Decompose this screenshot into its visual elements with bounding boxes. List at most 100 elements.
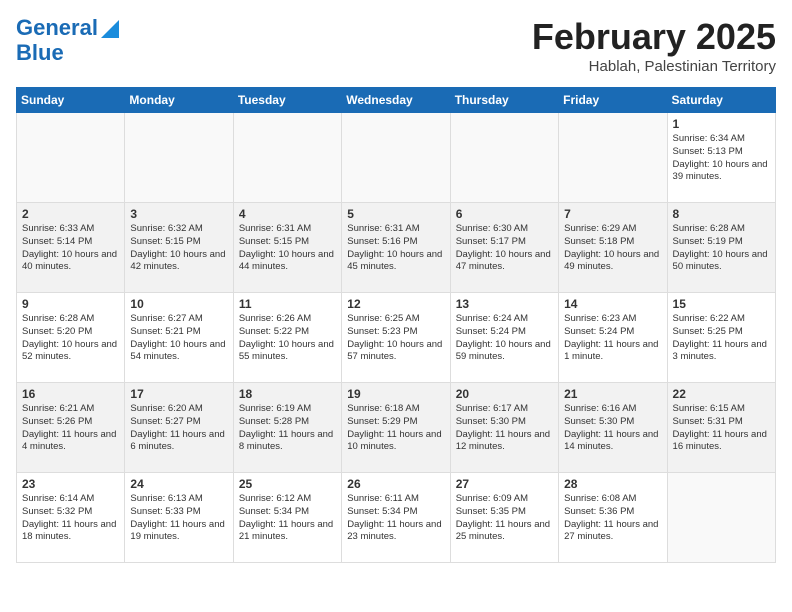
day-number: 18 (239, 387, 336, 401)
calendar-week-row: 2 Sunrise: 6:33 AM Sunset: 5:14 PM Daylig… (17, 203, 776, 293)
day-number: 9 (22, 297, 119, 311)
day-info: Sunrise: 6:32 AM Sunset: 5:15 PM Dayligh… (130, 223, 227, 274)
calendar-day-cell: 2 Sunrise: 6:33 AM Sunset: 5:14 PM Daylig… (17, 203, 125, 293)
weekday-header-wednesday: Wednesday (342, 88, 450, 113)
logo-bird-icon (101, 20, 119, 38)
day-number: 23 (22, 477, 119, 491)
day-number: 21 (564, 387, 661, 401)
weekday-header-thursday: Thursday (450, 88, 558, 113)
day-number: 26 (347, 477, 444, 491)
day-number: 24 (130, 477, 227, 491)
day-info: Sunrise: 6:31 AM Sunset: 5:16 PM Dayligh… (347, 223, 444, 274)
day-info: Sunrise: 6:19 AM Sunset: 5:28 PM Dayligh… (239, 403, 336, 454)
day-number: 14 (564, 297, 661, 311)
calendar-day-cell: 26 Sunrise: 6:11 AM Sunset: 5:34 PM Dayli… (342, 473, 450, 563)
calendar-day-cell (342, 113, 450, 203)
day-number: 11 (239, 297, 336, 311)
calendar-day-cell: 27 Sunrise: 6:09 AM Sunset: 5:35 PM Dayli… (450, 473, 558, 563)
calendar-day-cell (17, 113, 125, 203)
day-number: 2 (22, 207, 119, 221)
day-info: Sunrise: 6:25 AM Sunset: 5:23 PM Dayligh… (347, 313, 444, 364)
calendar-day-cell (667, 473, 775, 563)
day-info: Sunrise: 6:31 AM Sunset: 5:15 PM Dayligh… (239, 223, 336, 274)
title-block: February 2025 Hablah, Palestinian Territ… (532, 16, 776, 75)
day-info: Sunrise: 6:14 AM Sunset: 5:32 PM Dayligh… (22, 493, 119, 544)
calendar-day-cell: 21 Sunrise: 6:16 AM Sunset: 5:30 PM Dayli… (559, 383, 667, 473)
day-number: 8 (673, 207, 770, 221)
day-info: Sunrise: 6:34 AM Sunset: 5:13 PM Dayligh… (673, 133, 770, 184)
logo-text: General (16, 16, 98, 40)
calendar-day-cell: 16Sunrise: 6:21 AM Sunset: 5:26 PM Dayli… (17, 383, 125, 473)
day-info: Sunrise: 6:09 AM Sunset: 5:35 PM Dayligh… (456, 493, 553, 544)
weekday-header-tuesday: Tuesday (233, 88, 341, 113)
calendar-day-cell: 19 Sunrise: 6:18 AM Sunset: 5:29 PM Dayli… (342, 383, 450, 473)
calendar-table: SundayMondayTuesdayWednesdayThursdayFrid… (16, 87, 776, 563)
day-number: 5 (347, 207, 444, 221)
calendar-day-cell: 7 Sunrise: 6:29 AM Sunset: 5:18 PM Daylig… (559, 203, 667, 293)
day-number: 12 (347, 297, 444, 311)
location: Hablah, Palestinian Territory (532, 58, 776, 75)
day-number: 4 (239, 207, 336, 221)
day-number: 20 (456, 387, 553, 401)
calendar-day-cell: 22 Sunrise: 6:15 AM Sunset: 5:31 PM Dayli… (667, 383, 775, 473)
weekday-header-saturday: Saturday (667, 88, 775, 113)
calendar-day-cell (559, 113, 667, 203)
day-info: Sunrise: 6:11 AM Sunset: 5:34 PM Dayligh… (347, 493, 444, 544)
day-number: 22 (673, 387, 770, 401)
calendar-day-cell: 24 Sunrise: 6:13 AM Sunset: 5:33 PM Dayli… (125, 473, 233, 563)
calendar-day-cell: 28 Sunrise: 6:08 AM Sunset: 5:36 PM Dayli… (559, 473, 667, 563)
day-info: Sunrise: 6:30 AM Sunset: 5:17 PM Dayligh… (456, 223, 553, 274)
day-info: Sunrise: 6:27 AM Sunset: 5:21 PM Dayligh… (130, 313, 227, 364)
day-info: Sunrise: 6:12 AM Sunset: 5:34 PM Dayligh… (239, 493, 336, 544)
day-number: 6 (456, 207, 553, 221)
day-info: Sunrise: 6:16 AM Sunset: 5:30 PM Dayligh… (564, 403, 661, 454)
day-number: 13 (456, 297, 553, 311)
weekday-header-row: SundayMondayTuesdayWednesdayThursdayFrid… (17, 88, 776, 113)
page-header: General Blue February 2025 Hablah, Pales… (16, 16, 776, 75)
day-info: Sunrise: 6:28 AM Sunset: 5:19 PM Dayligh… (673, 223, 770, 274)
calendar-week-row: 9 Sunrise: 6:28 AM Sunset: 5:20 PM Daylig… (17, 293, 776, 383)
calendar-day-cell: 13 Sunrise: 6:24 AM Sunset: 5:24 PM Dayli… (450, 293, 558, 383)
calendar-day-cell: 18 Sunrise: 6:19 AM Sunset: 5:28 PM Dayli… (233, 383, 341, 473)
day-info: Sunrise: 6:23 AM Sunset: 5:24 PM Dayligh… (564, 313, 661, 364)
calendar-day-cell: 15Sunrise: 6:22 AM Sunset: 5:25 PM Dayli… (667, 293, 775, 383)
day-info: Sunrise: 6:15 AM Sunset: 5:31 PM Dayligh… (673, 403, 770, 454)
calendar-day-cell: 12 Sunrise: 6:25 AM Sunset: 5:23 PM Dayli… (342, 293, 450, 383)
day-number: 27 (456, 477, 553, 491)
day-number: 16 (22, 387, 119, 401)
weekday-header-monday: Monday (125, 88, 233, 113)
day-info: Sunrise: 6:28 AM Sunset: 5:20 PM Dayligh… (22, 313, 119, 364)
calendar-day-cell: 9 Sunrise: 6:28 AM Sunset: 5:20 PM Daylig… (17, 293, 125, 383)
day-info: Sunrise: 6:24 AM Sunset: 5:24 PM Dayligh… (456, 313, 553, 364)
calendar-day-cell: 4 Sunrise: 6:31 AM Sunset: 5:15 PM Daylig… (233, 203, 341, 293)
weekday-header-friday: Friday (559, 88, 667, 113)
day-info: Sunrise: 6:33 AM Sunset: 5:14 PM Dayligh… (22, 223, 119, 274)
calendar-week-row: 1Sunrise: 6:34 AM Sunset: 5:13 PM Daylig… (17, 113, 776, 203)
calendar-day-cell: 17Sunrise: 6:20 AM Sunset: 5:27 PM Dayli… (125, 383, 233, 473)
day-info: Sunrise: 6:20 AM Sunset: 5:27 PM Dayligh… (130, 403, 227, 454)
day-info: Sunrise: 6:17 AM Sunset: 5:30 PM Dayligh… (456, 403, 553, 454)
day-number: 28 (564, 477, 661, 491)
calendar-day-cell: 10Sunrise: 6:27 AM Sunset: 5:21 PM Dayli… (125, 293, 233, 383)
calendar-day-cell: 6 Sunrise: 6:30 AM Sunset: 5:17 PM Daylig… (450, 203, 558, 293)
day-info: Sunrise: 6:26 AM Sunset: 5:22 PM Dayligh… (239, 313, 336, 364)
weekday-header-sunday: Sunday (17, 88, 125, 113)
logo: General Blue (16, 16, 119, 66)
day-number: 3 (130, 207, 227, 221)
day-info: Sunrise: 6:29 AM Sunset: 5:18 PM Dayligh… (564, 223, 661, 274)
logo-blue: Blue (16, 40, 64, 66)
day-number: 7 (564, 207, 661, 221)
calendar-day-cell: 8 Sunrise: 6:28 AM Sunset: 5:19 PM Daylig… (667, 203, 775, 293)
calendar-day-cell (233, 113, 341, 203)
calendar-day-cell (450, 113, 558, 203)
day-info: Sunrise: 6:18 AM Sunset: 5:29 PM Dayligh… (347, 403, 444, 454)
month-title: February 2025 (532, 16, 776, 58)
calendar-week-row: 16Sunrise: 6:21 AM Sunset: 5:26 PM Dayli… (17, 383, 776, 473)
calendar-day-cell: 14 Sunrise: 6:23 AM Sunset: 5:24 PM Dayli… (559, 293, 667, 383)
day-info: Sunrise: 6:08 AM Sunset: 5:36 PM Dayligh… (564, 493, 661, 544)
day-info: Sunrise: 6:13 AM Sunset: 5:33 PM Dayligh… (130, 493, 227, 544)
calendar-day-cell: 23 Sunrise: 6:14 AM Sunset: 5:32 PM Dayli… (17, 473, 125, 563)
day-info: Sunrise: 6:22 AM Sunset: 5:25 PM Dayligh… (673, 313, 770, 364)
calendar-day-cell: 1Sunrise: 6:34 AM Sunset: 5:13 PM Daylig… (667, 113, 775, 203)
day-number: 19 (347, 387, 444, 401)
